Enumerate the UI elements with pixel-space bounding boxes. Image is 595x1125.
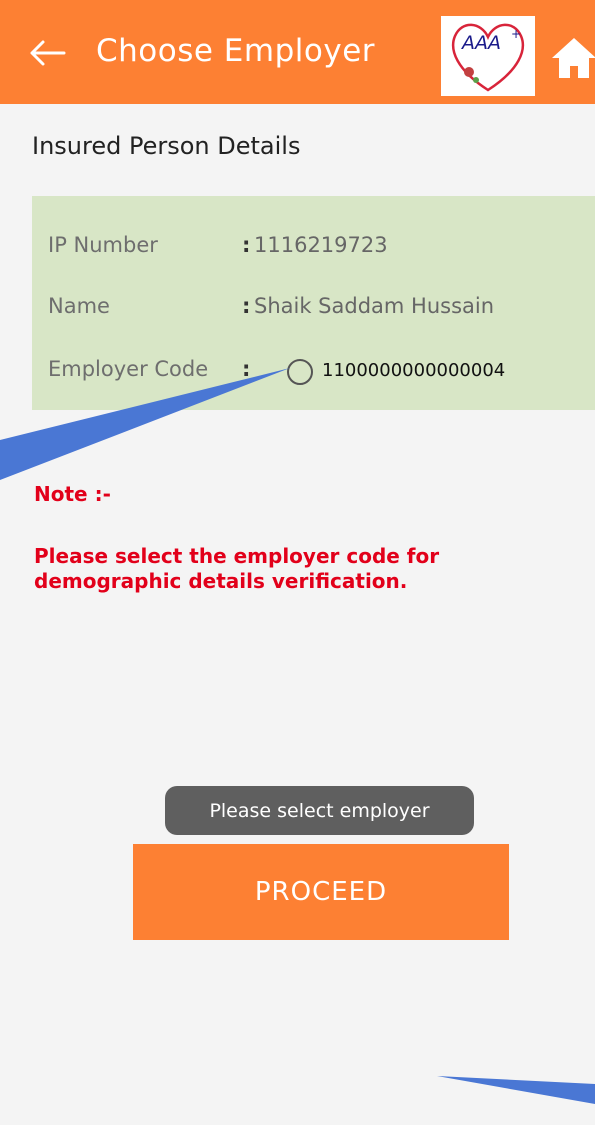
home-icon[interactable] [548,36,595,78]
insured-details-card: IP Number : 1116219723 Name : Shaik Sadd… [32,196,595,410]
ip-number-colon: : [242,233,251,257]
logo-graphic: AAA + [441,16,535,96]
logo-text: AAA [460,32,501,54]
proceed-button[interactable]: PROCEED [133,844,509,940]
arrow-left-icon[interactable] [28,38,68,68]
ip-number-label: IP Number [48,233,158,257]
logo-sup: + [511,27,521,41]
ip-number-value: 1116219723 [254,233,388,257]
employer-code-colon: : [242,357,251,381]
page-title: Choose Employer [96,33,376,69]
employer-code-value[interactable]: 1100000000000004 [322,360,505,381]
app-logo: AAA + [441,16,535,96]
name-label: Name [48,294,110,318]
app-bar: Choose Employer AAA + [0,0,595,104]
toast-message: Please select employer [165,786,474,835]
name-colon: : [242,294,251,318]
note-title: Note :- [34,482,111,506]
annotation-arrow-right [437,1076,595,1104]
note-text: Please select the employer code for demo… [34,544,440,593]
name-value: Shaik Saddam Hussain [254,294,495,318]
section-title: Insured Person Details [32,132,301,160]
employer-code-label: Employer Code [48,357,209,381]
employer-code-radio[interactable] [287,359,313,385]
